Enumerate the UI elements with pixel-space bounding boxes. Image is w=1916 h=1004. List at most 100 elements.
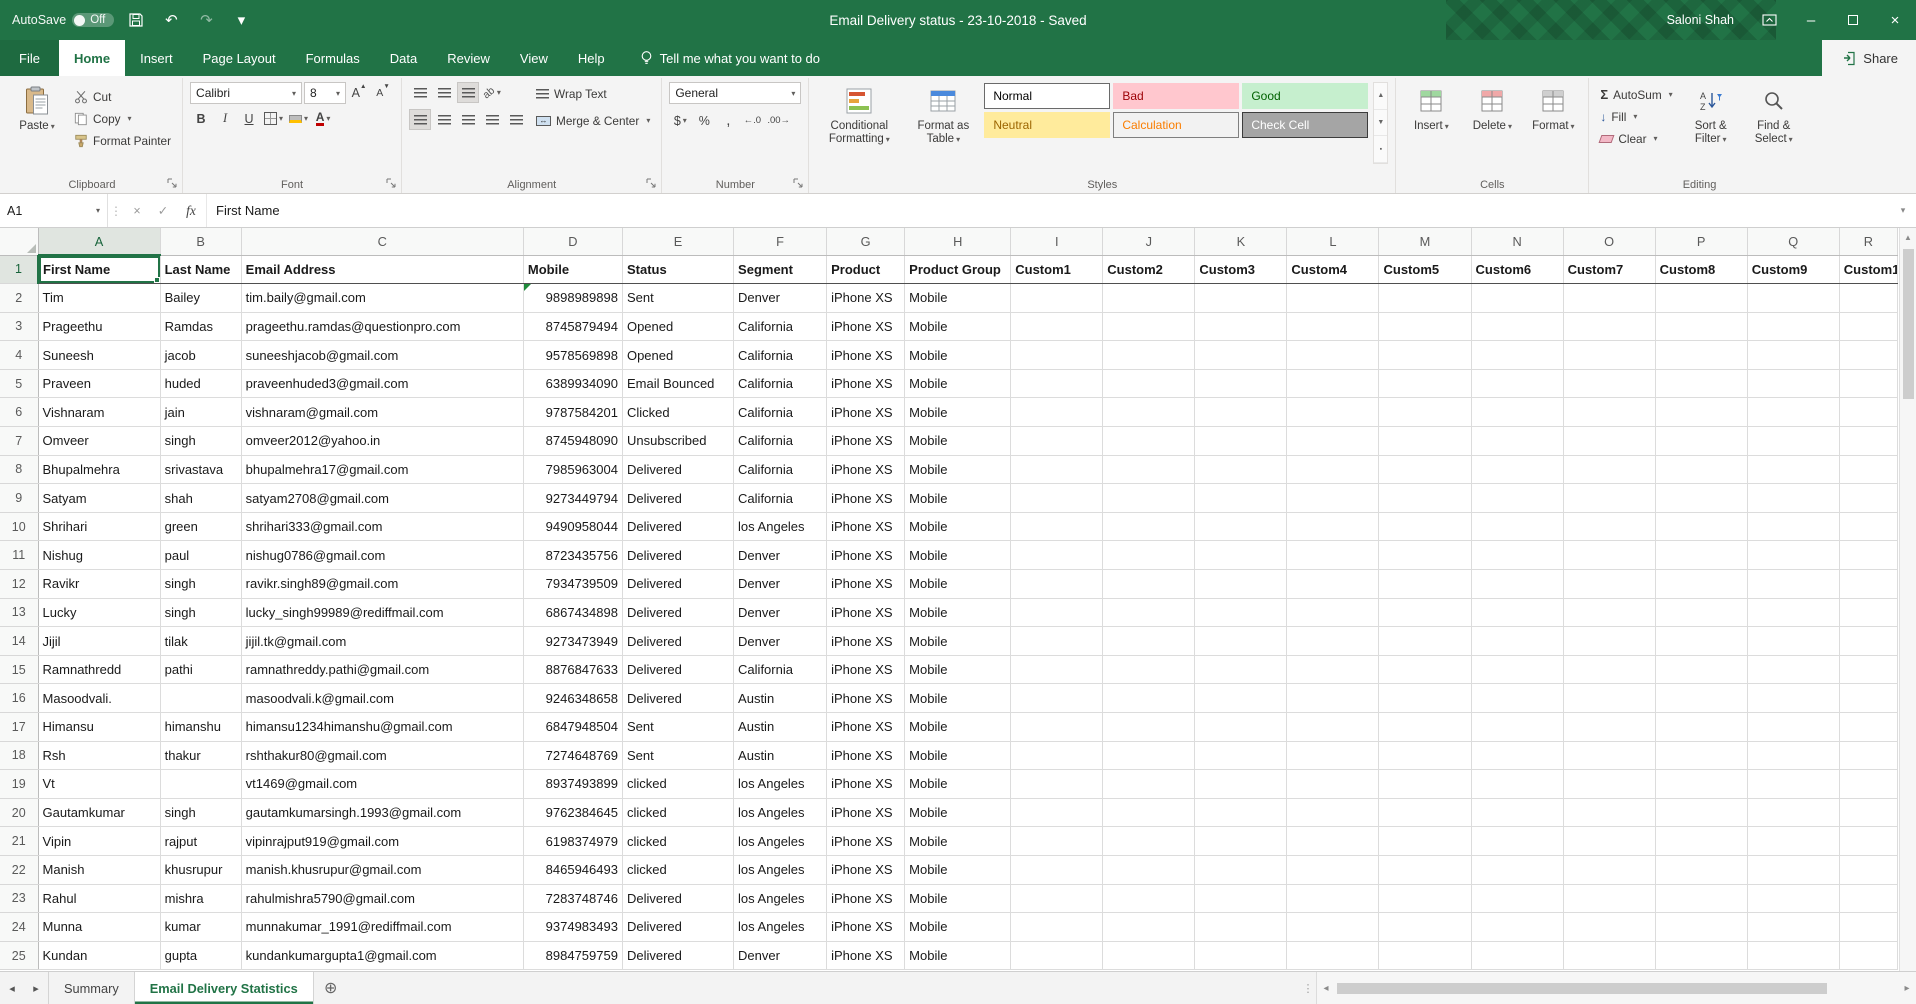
minimize-button[interactable]: – <box>1790 0 1832 40</box>
cell-L9[interactable] <box>1287 484 1379 513</box>
cell-P2[interactable] <box>1655 284 1747 313</box>
cell-I11[interactable] <box>1011 541 1103 570</box>
cell-E16[interactable]: Delivered <box>622 684 733 713</box>
cell-P14[interactable] <box>1655 627 1747 656</box>
cell-A14[interactable]: Jijil <box>38 627 160 656</box>
cell-O24[interactable] <box>1563 913 1655 942</box>
decrease-decimal-button[interactable]: .00→ <box>765 110 792 131</box>
cell-N14[interactable] <box>1471 627 1563 656</box>
cell-K22[interactable] <box>1195 855 1287 884</box>
cell-G9[interactable]: iPhone XS <box>827 484 905 513</box>
formula-bar-expand-button[interactable]: ▾ <box>1890 194 1916 227</box>
cell-B15[interactable]: pathi <box>160 655 241 684</box>
cell-I7[interactable] <box>1011 427 1103 456</box>
cell-H4[interactable]: Mobile <box>905 341 1011 370</box>
cell-L21[interactable] <box>1287 827 1379 856</box>
cell-E4[interactable]: Opened <box>622 341 733 370</box>
cell-L23[interactable] <box>1287 884 1379 913</box>
cell-J14[interactable] <box>1103 627 1195 656</box>
cell-H23[interactable]: Mobile <box>905 884 1011 913</box>
ribbon-tab-view[interactable]: View <box>505 40 563 76</box>
cell-B10[interactable]: green <box>160 512 241 541</box>
cell-H13[interactable]: Mobile <box>905 598 1011 627</box>
copy-button[interactable]: Copy ▾ <box>70 108 175 129</box>
cell-P6[interactable] <box>1655 398 1747 427</box>
cell-style-good[interactable]: Good <box>1242 83 1368 109</box>
cell-J7[interactable] <box>1103 427 1195 456</box>
cell-P3[interactable] <box>1655 312 1747 341</box>
cell-O25[interactable] <box>1563 941 1655 970</box>
cell-Q17[interactable] <box>1747 713 1839 742</box>
col-header-F[interactable]: F <box>734 228 827 255</box>
scroll-left-icon[interactable]: ◂ <box>1317 983 1335 994</box>
tab-scroll-splitter[interactable]: ⋮ <box>1300 972 1316 1004</box>
cell-L4[interactable] <box>1287 341 1379 370</box>
cell-K19[interactable] <box>1195 770 1287 799</box>
cell-M4[interactable] <box>1379 341 1471 370</box>
col-header-E[interactable]: E <box>622 228 733 255</box>
customize-quick-access-button[interactable]: ▾ <box>228 7 254 33</box>
row-header-8[interactable]: 8 <box>0 455 38 484</box>
cell-F12[interactable]: Denver <box>734 570 827 599</box>
cell-K17[interactable] <box>1195 713 1287 742</box>
cell-D4[interactable]: 9578569898 <box>523 341 622 370</box>
cell-E20[interactable]: clicked <box>622 798 733 827</box>
cell-J8[interactable] <box>1103 455 1195 484</box>
cell-J17[interactable] <box>1103 713 1195 742</box>
decrease-indent-button[interactable] <box>481 109 503 130</box>
cell-E3[interactable]: Opened <box>622 312 733 341</box>
cell-A16[interactable]: Masoodvali. <box>38 684 160 713</box>
redo-button[interactable]: ↷ <box>193 7 219 33</box>
cell-G12[interactable]: iPhone XS <box>827 570 905 599</box>
fill-button[interactable]: ↓ Fill ▾ <box>1596 106 1676 127</box>
cell-P8[interactable] <box>1655 455 1747 484</box>
cell-A15[interactable]: Ramnathredd <box>38 655 160 684</box>
cell-H24[interactable]: Mobile <box>905 913 1011 942</box>
cell-P13[interactable] <box>1655 598 1747 627</box>
sort-filter-button[interactable]: A Z Sort & Filter▾ <box>1682 82 1740 149</box>
cell-P22[interactable] <box>1655 855 1747 884</box>
cell-A6[interactable]: Vishnaram <box>38 398 160 427</box>
row-header-18[interactable]: 18 <box>0 741 38 770</box>
cell-H22[interactable]: Mobile <box>905 855 1011 884</box>
cell-L25[interactable] <box>1287 941 1379 970</box>
cell-I4[interactable] <box>1011 341 1103 370</box>
cell-M25[interactable] <box>1379 941 1471 970</box>
cell-G5[interactable]: iPhone XS <box>827 369 905 398</box>
cell-O17[interactable] <box>1563 713 1655 742</box>
alignment-dialog-launcher[interactable] <box>645 177 657 189</box>
cell-P18[interactable] <box>1655 741 1747 770</box>
cell-G6[interactable]: iPhone XS <box>827 398 905 427</box>
cell-H3[interactable]: Mobile <box>905 312 1011 341</box>
cell-I14[interactable] <box>1011 627 1103 656</box>
cell-A18[interactable]: Rsh <box>38 741 160 770</box>
cell-N2[interactable] <box>1471 284 1563 313</box>
col-header-A[interactable]: A <box>38 228 160 255</box>
cell-K12[interactable] <box>1195 570 1287 599</box>
top-align-button[interactable] <box>409 82 431 103</box>
cell-H20[interactable]: Mobile <box>905 798 1011 827</box>
font-dialog-launcher[interactable] <box>385 177 397 189</box>
cell-G19[interactable]: iPhone XS <box>827 770 905 799</box>
cell-N20[interactable] <box>1471 798 1563 827</box>
cell-P12[interactable] <box>1655 570 1747 599</box>
cell-K8[interactable] <box>1195 455 1287 484</box>
row-header-16[interactable]: 16 <box>0 684 38 713</box>
row-header-6[interactable]: 6 <box>0 398 38 427</box>
cell-J15[interactable] <box>1103 655 1195 684</box>
cell-D9[interactable]: 9273449794 <box>523 484 622 513</box>
cell-E11[interactable]: Delivered <box>622 541 733 570</box>
cell-N13[interactable] <box>1471 598 1563 627</box>
cell-H10[interactable]: Mobile <box>905 512 1011 541</box>
clipboard-dialog-launcher[interactable] <box>166 177 178 189</box>
cell-L16[interactable] <box>1287 684 1379 713</box>
cell-C23[interactable]: rahulmishra5790@gmail.com <box>241 884 523 913</box>
row-header-9[interactable]: 9 <box>0 484 38 513</box>
cell-F21[interactable]: los Angeles <box>734 827 827 856</box>
cell-B24[interactable]: kumar <box>160 913 241 942</box>
cell-F22[interactable]: los Angeles <box>734 855 827 884</box>
cell-A12[interactable]: Ravikr <box>38 570 160 599</box>
cell-H11[interactable]: Mobile <box>905 541 1011 570</box>
cell-D7[interactable]: 8745948090 <box>523 427 622 456</box>
cell-Q11[interactable] <box>1747 541 1839 570</box>
